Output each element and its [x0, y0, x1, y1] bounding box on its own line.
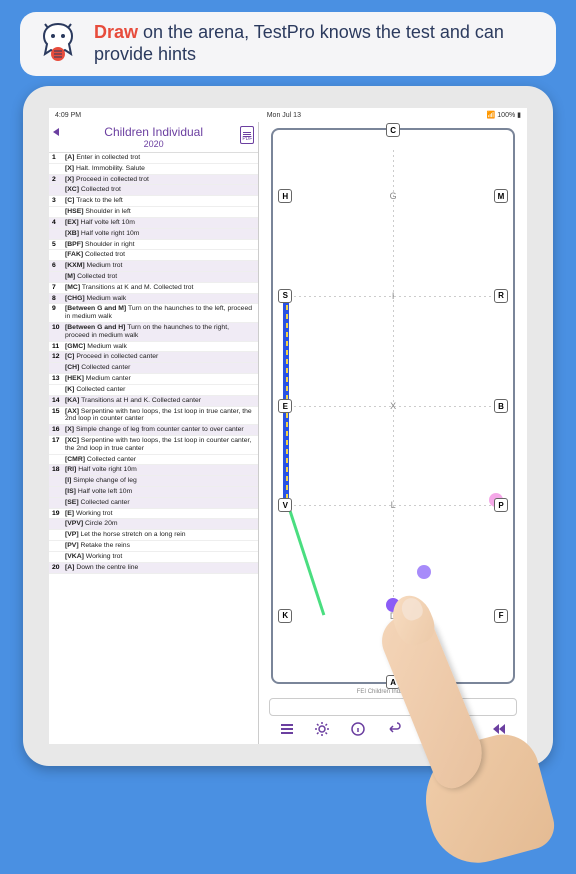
panel-header: Children Individual 2020 PDF — [49, 122, 258, 153]
movement-row[interactable]: 14[KA] Transitions at H and K. Collected… — [49, 396, 258, 407]
movement-row[interactable]: 5[BPF] Shoulder in right — [49, 240, 258, 251]
arena-inner-X: X — [390, 401, 396, 411]
arena-letter-A: A — [386, 675, 400, 689]
movement-row[interactable]: 19[E] Working trot — [49, 509, 258, 520]
movement-row[interactable]: [CH] Collected canter — [49, 363, 258, 374]
test-title: Children Individual — [53, 125, 254, 139]
movement-row[interactable]: [VPV] Circle 20m — [49, 519, 258, 530]
menu-icon[interactable] — [279, 721, 295, 737]
arena-letter-P: P — [494, 498, 508, 512]
rewind-icon[interactable] — [491, 721, 507, 737]
movement-row[interactable]: [XB] Half volte right 10m — [49, 229, 258, 240]
movement-row[interactable]: 13[HEK] Medium canter — [49, 374, 258, 385]
movement-row[interactable]: 18[RI] Half volte right 10m — [49, 465, 258, 476]
movement-row[interactable]: 17[XC] Serpentine with two loops, the 1s… — [49, 436, 258, 455]
movement-row[interactable]: 4[EX] Half volte left 10m — [49, 218, 258, 229]
movement-row[interactable]: 16[X] Simple change of leg from counter … — [49, 425, 258, 436]
toolbar — [265, 718, 521, 740]
movement-row[interactable]: [CMR] Collected canter — [49, 455, 258, 466]
notes-input[interactable] — [269, 698, 517, 716]
movement-row[interactable]: 8[CHG] Medium walk — [49, 294, 258, 305]
movement-row[interactable]: [IS] Half volte left 10m — [49, 487, 258, 498]
pdf-button[interactable]: PDF — [240, 126, 254, 144]
back-icon[interactable] — [53, 128, 59, 136]
arena-inner-D: D — [390, 611, 397, 621]
app-logo-icon — [34, 20, 82, 68]
arena-letter-V: V — [278, 498, 292, 512]
gear-icon[interactable] — [314, 721, 330, 737]
arena-letter-K: K — [278, 609, 292, 623]
movement-row[interactable]: [I] Simple change of leg — [49, 476, 258, 487]
movement-row[interactable]: [X] Halt. Immobility. Salute — [49, 164, 258, 175]
status-battery: 📶 100% ▮ — [487, 111, 521, 119]
play-icon[interactable] — [456, 721, 472, 737]
movement-row[interactable]: [FAK] Collected trot — [49, 250, 258, 261]
movement-row[interactable]: 3[C] Track to the left — [49, 196, 258, 207]
movement-row[interactable]: [VKA] Working trot — [49, 552, 258, 563]
test-year: 2020 — [53, 139, 254, 149]
status-date: Mon Jul 13 — [267, 112, 301, 119]
movement-row[interactable]: [XC] Collected trot — [49, 185, 258, 196]
movement-row[interactable]: 12[C] Proceed in collected canter — [49, 352, 258, 363]
movement-row[interactable]: 11[GMC] Medium walk — [49, 342, 258, 353]
status-bar: 4:09 PM Mon Jul 13 📶 100% ▮ — [49, 108, 527, 122]
movement-row[interactable]: 1[A] Enter in collected trot — [49, 153, 258, 164]
movement-row[interactable]: 6[KXM] Medium trot — [49, 261, 258, 272]
dot-purple — [386, 598, 400, 612]
arena-canvas[interactable]: CHMSREBVPKFAGIXLD — [271, 128, 515, 684]
undo-icon[interactable] — [385, 721, 401, 737]
arena-inner-I: I — [392, 291, 395, 301]
info-icon[interactable] — [350, 721, 366, 737]
movements-panel: Children Individual 2020 PDF 1[A] Enter … — [49, 122, 259, 744]
arena-inner-L: L — [391, 500, 396, 510]
arena-letter-F: F — [494, 609, 508, 623]
movement-row[interactable]: 10[Between G and H] Turn on the haunches… — [49, 323, 258, 342]
movements-list[interactable]: 1[A] Enter in collected trot[X] Halt. Im… — [49, 153, 258, 744]
movement-row[interactable]: 20[A] Down the centre line — [49, 563, 258, 574]
screen: 4:09 PM Mon Jul 13 📶 100% ▮ Children Ind… — [49, 108, 527, 744]
movement-row[interactable]: [SE] Collected canter — [49, 498, 258, 509]
movement-row[interactable]: 7[MC] Transitions at K and M. Collected … — [49, 283, 258, 294]
drawn-path-green — [285, 499, 325, 615]
arena-letter-B: B — [494, 399, 508, 413]
movement-row[interactable]: 9[Between G and M] Turn on the haunches … — [49, 304, 258, 323]
arena-letter-E: E — [278, 399, 292, 413]
arena-letter-H: H — [278, 189, 292, 203]
promo-text: Draw on the arena, TestPro knows the tes… — [94, 22, 542, 65]
movement-row[interactable]: [VP] Let the horse stretch on a long rei… — [49, 530, 258, 541]
ipad-frame: 4:09 PM Mon Jul 13 📶 100% ▮ Children Ind… — [23, 86, 553, 766]
arena-letter-C: C — [386, 123, 400, 137]
arena-letter-M: M — [494, 189, 508, 203]
arena-letter-R: R — [494, 289, 508, 303]
movement-row[interactable]: [PV] Retake the reins — [49, 541, 258, 552]
movement-row[interactable]: 15[AX] Serpentine with two loops, the 1s… — [49, 407, 258, 426]
dot-violet — [417, 565, 431, 579]
promo-banner: Draw on the arena, TestPro knows the tes… — [20, 12, 556, 76]
movement-row[interactable]: [HSE] Shoulder in left — [49, 207, 258, 218]
pencil-icon[interactable] — [421, 721, 437, 737]
movement-row[interactable]: 2[X] Proceed in collected trot — [49, 175, 258, 186]
movement-row[interactable]: [M] Collected trot — [49, 272, 258, 283]
movement-row[interactable]: [K] Collected canter — [49, 385, 258, 396]
arena-inner-G: G — [390, 191, 397, 201]
arena-panel: C H M S R E B V P K F A G I X L D FEI Children Individua… — [259, 122, 527, 744]
arena-label: FEI Children Individual Test — [265, 689, 521, 695]
arena-letter-S: S — [278, 289, 292, 303]
status-time: 4:09 PM — [55, 112, 81, 119]
